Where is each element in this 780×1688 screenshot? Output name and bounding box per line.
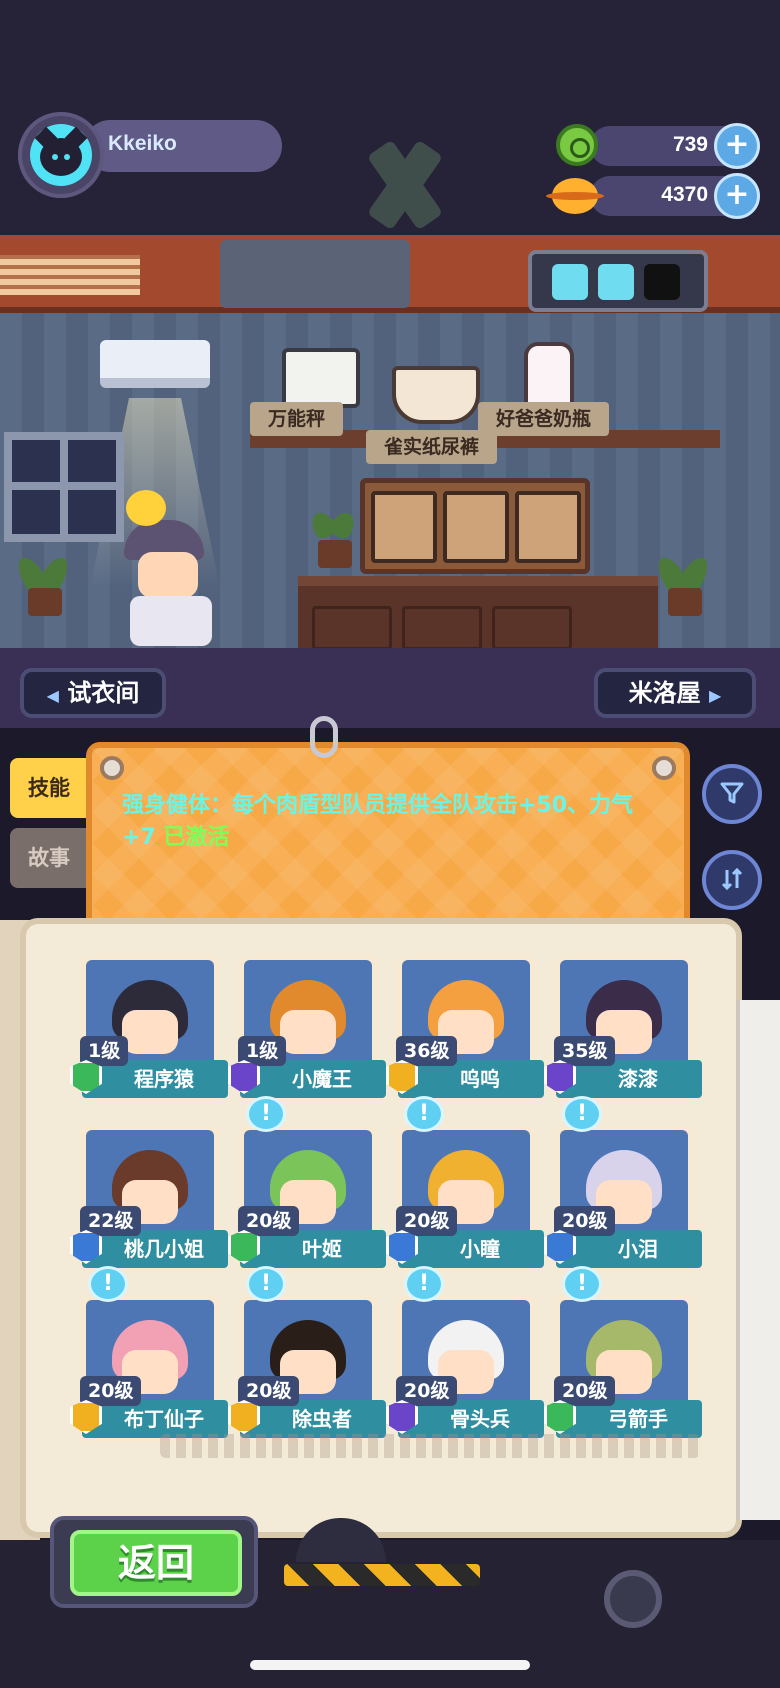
character-card[interactable]: 小瞳 20级!	[386, 1096, 544, 1272]
filter-icon	[720, 782, 744, 804]
skill-panel: 强身健体：每个肉盾型队员提供全队攻击+50、力气+7 已激活	[86, 742, 690, 942]
window	[4, 432, 124, 542]
skill-description: 强身健体：每个肉盾型队员提供全队攻击+50、力气+7 已激活	[122, 790, 662, 854]
energy-cell-icon	[598, 264, 634, 300]
new-info-bubble-icon[interactable]: !	[246, 1096, 286, 1132]
character-card[interactable]: 程序猿 1级	[70, 956, 228, 1102]
green-coin-value: 739	[672, 133, 708, 156]
character-card[interactable]: 弓箭手 20级!	[544, 1266, 702, 1442]
new-info-bubble-icon[interactable]: !	[404, 1266, 444, 1302]
character-card[interactable]: 除虫者 20级!	[228, 1266, 386, 1442]
new-info-bubble-icon[interactable]: !	[562, 1096, 602, 1132]
character-face	[122, 1010, 178, 1054]
new-info-bubble-icon[interactable]: !	[562, 1266, 602, 1302]
paper-clip-icon	[310, 716, 338, 758]
book-pages	[736, 1000, 780, 1520]
new-info-bubble-icon[interactable]: !	[88, 1266, 128, 1302]
potted-plant	[12, 552, 74, 616]
player-avatar-front[interactable]	[18, 112, 104, 198]
green-coin-counter: 739 +	[590, 123, 760, 169]
back-button-frame: 返回	[50, 1516, 258, 1608]
empty-energy-cell-icon	[644, 264, 680, 300]
energy-cell-icon	[552, 264, 588, 300]
new-info-bubble-icon[interactable]: !	[404, 1096, 444, 1132]
back-button[interactable]: 返回	[70, 1530, 242, 1596]
vent-decoration	[0, 255, 140, 295]
right-arrow-icon: ▶	[709, 686, 722, 705]
sort-icon	[721, 867, 743, 891]
gear-icon	[604, 1570, 662, 1628]
tab-skill[interactable]: 技能	[10, 758, 88, 818]
planet-coin-counter: 4370 +	[590, 173, 760, 219]
green-coin-icon	[556, 124, 598, 166]
character-card[interactable]: 桃几小姐 22级	[70, 1126, 228, 1272]
photo-frame	[371, 491, 437, 563]
main-character[interactable]	[110, 490, 230, 650]
cat-face-icon	[30, 124, 92, 186]
character-card[interactable]: 叶姬 20级!	[228, 1096, 386, 1272]
skill-status: 已激活	[163, 825, 230, 850]
character-card[interactable]: 漆漆 35级	[544, 956, 702, 1102]
rivet-decoration	[100, 756, 124, 780]
scale-label: 万能秤	[250, 402, 344, 436]
filter-button[interactable]	[702, 764, 762, 824]
diaper-item-icon[interactable]	[392, 366, 480, 424]
blurred-text	[160, 1434, 700, 1458]
bottle-label: 好爸爸奶瓶	[478, 402, 610, 436]
left-arrow-icon: ◀	[46, 686, 59, 705]
machine-decoration	[220, 240, 410, 308]
character-grid: 程序猿 1级 小魔王 1级 呜呜 36级 漆漆 35级桃几小姐 22级 叶姬 20级! 小瞳 20级! 小…	[70, 936, 706, 1442]
ceiling-lamp	[100, 340, 210, 388]
potted-plant	[306, 508, 360, 568]
add-green-coin-button[interactable]: +	[714, 123, 760, 169]
player-name-pill[interactable]: Kkeiko	[84, 120, 282, 172]
milo-house-button[interactable]: 米洛屋 ▶	[594, 668, 756, 718]
diaper-label: 雀实纸尿裤	[366, 430, 498, 464]
potted-plant	[652, 552, 714, 616]
add-planet-coin-button[interactable]: +	[714, 173, 760, 219]
photo-frame	[515, 491, 581, 563]
new-info-bubble-icon[interactable]: !	[246, 1266, 286, 1302]
scale-item-icon[interactable]	[282, 348, 360, 408]
character-card[interactable]: 骨头兵 20级!	[386, 1266, 544, 1442]
milo-house-label: 米洛屋	[628, 679, 701, 707]
photo-frames	[360, 478, 590, 574]
planet-coin-value: 4370	[661, 183, 708, 206]
dressing-room-button[interactable]: ◀ 试衣间	[20, 668, 166, 718]
character-card[interactable]: 呜呜 36级	[386, 956, 544, 1102]
energy-battery	[528, 250, 708, 312]
planet-coin-icon	[546, 178, 604, 214]
character-face	[280, 1010, 336, 1054]
tab-story[interactable]: 故事	[10, 828, 88, 888]
player-name: Kkeiko	[108, 132, 177, 155]
photo-frame	[443, 491, 509, 563]
sort-button[interactable]	[702, 850, 762, 910]
dressing-room-label: 试衣间	[67, 679, 140, 707]
rivet-decoration	[652, 756, 676, 780]
character-card[interactable]: 小魔王 1级	[228, 956, 386, 1102]
hazard-stripe	[284, 1564, 480, 1586]
home-indicator[interactable]	[250, 1660, 530, 1670]
character-card[interactable]: 布丁仙子 20级!	[70, 1266, 228, 1442]
character-card[interactable]: 小泪 20级!	[544, 1096, 702, 1272]
fan-decoration	[350, 130, 460, 240]
